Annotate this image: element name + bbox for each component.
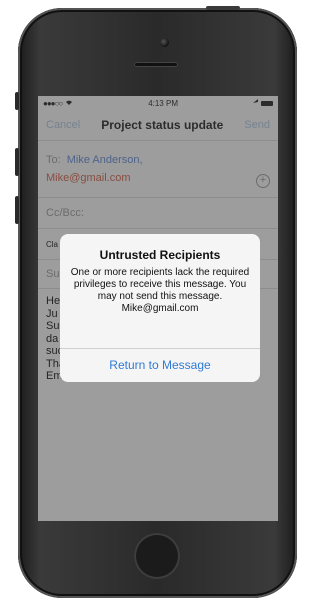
power-button bbox=[206, 6, 240, 10]
earpiece-speaker bbox=[134, 62, 178, 67]
volume-down-button bbox=[15, 196, 19, 224]
return-to-message-button[interactable]: Return to Message bbox=[60, 349, 260, 382]
volume-up-button bbox=[15, 148, 19, 176]
alert-message: One or more recipients lack the required… bbox=[70, 267, 250, 302]
front-camera bbox=[160, 38, 169, 47]
alert-title: Untrusted Recipients bbox=[99, 248, 221, 262]
untrusted-recipients-alert: Untrusted Recipients One or more recipie… bbox=[60, 234, 260, 382]
home-button[interactable] bbox=[134, 533, 180, 579]
screen: ●●●○○ 4:13 PM Cancel Project status upda… bbox=[38, 96, 278, 521]
mute-switch bbox=[15, 92, 19, 110]
alert-address: Mike@gmail.com bbox=[121, 303, 199, 314]
